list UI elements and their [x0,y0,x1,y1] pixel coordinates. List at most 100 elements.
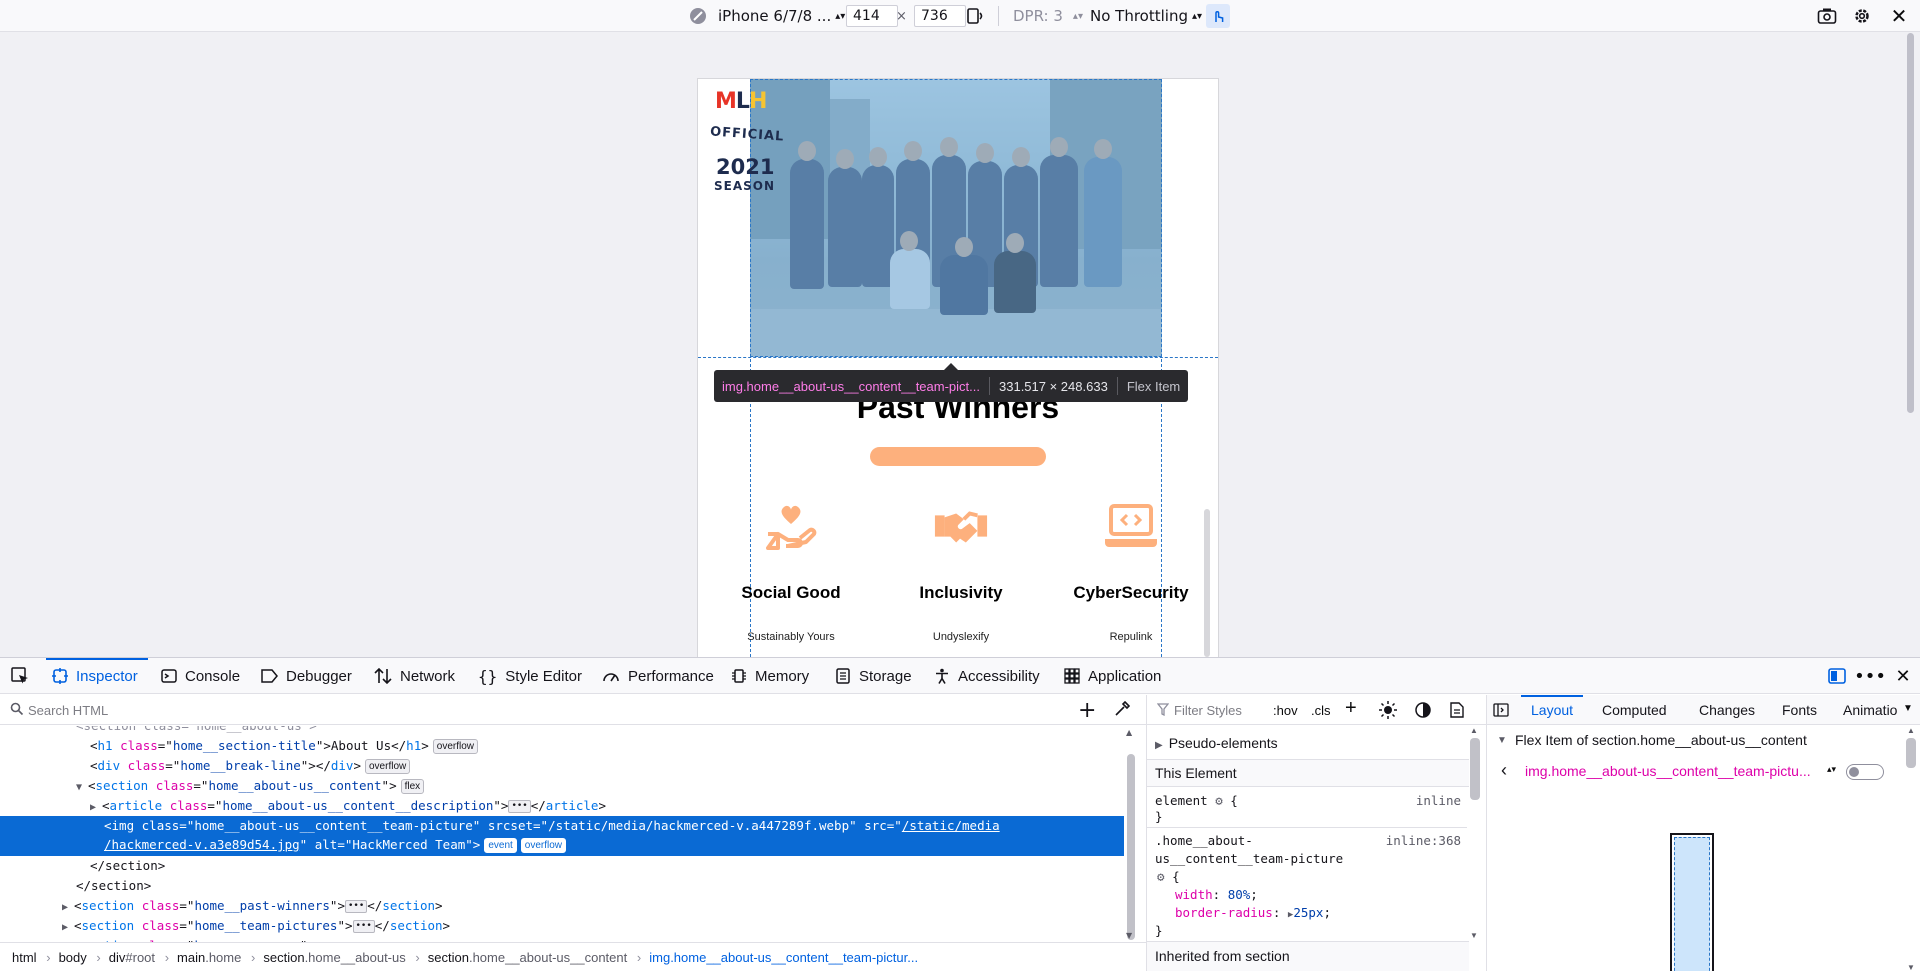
print-media-icon[interactable] [1450,702,1464,721]
expanded-twisty-icon[interactable]: ▼ [76,778,88,798]
tab-accessibility[interactable]: Accessibility [934,658,1040,694]
dom-tree[interactable]: <section class="home__about-us"> <h1 cla… [0,726,1124,942]
scroll-up-icon[interactable]: ▲ [1907,726,1915,735]
breadcrumb-item[interactable]: html [12,950,50,965]
back-icon[interactable]: ‹ [1501,760,1507,781]
breadcrumb-item[interactable]: section.home__about-us__content [428,950,641,965]
element-rule[interactable]: element ⚙ {inline [1147,793,1469,808]
light-theme-icon[interactable] [1379,701,1397,722]
tab-layout[interactable]: Layout [1520,695,1584,725]
dark-theme-icon[interactable] [1415,702,1431,721]
collapsed-content-icon[interactable]: ••• [344,900,368,913]
tree-line-team-pictures[interactable]: ▶ <section class="home__team-pictures"> ••… [0,916,1124,936]
chevron-updown-icon[interactable]: ▴▾ [1827,764,1836,775]
pseudo-elements-row[interactable]: ▶ Pseudo-elements [1147,735,1469,751]
mlh-badge[interactable]: MLH OFFICIAL 2021 SEASON [698,79,785,209]
collapsed-content-icon[interactable]: ••• [352,920,375,933]
scrollbar-thumb[interactable] [1470,738,1480,800]
toggle-sidebar-icon[interactable] [1493,703,1509,720]
flex-item-selector[interactable]: ‹ img.home__about-us__content__team-pict… [1487,754,1907,786]
tab-memory[interactable]: Memory [731,658,809,694]
tab-inspector[interactable]: Inspector [46,658,148,694]
declaration-border-radius[interactable]: border-radius: ▶25px; [1147,905,1469,920]
event-badge[interactable]: event [484,838,517,853]
add-rule-icon[interactable]: + [1345,697,1357,720]
tree-line-close[interactable]: </section> [0,856,1124,876]
tab-console[interactable]: Console [161,658,240,694]
device-selector[interactable]: iPhone 6/7/8 ... ▴▾ [718,0,845,32]
overflow-badge[interactable]: overflow [520,838,567,853]
tab-changes[interactable]: Changes [1699,695,1755,725]
eyedropper-icon[interactable] [1114,700,1131,721]
collapsed-content-icon[interactable]: ••• [508,800,531,813]
close-devtools-icon[interactable]: ✕ [1891,664,1915,688]
tabs-overflow-icon[interactable]: ▼ [1903,703,1913,714]
rule-origin[interactable]: inline:368 [1386,833,1461,848]
tree-line-article[interactable]: ▶ <article class="home__about-us__content… [0,796,1124,816]
page-scrollbar[interactable] [1906,33,1916,657]
collapsed-twisty-icon[interactable]: ▶ [1155,740,1163,751]
winner-card-cybersecurity[interactable]: CyberSecurity Repulink [1046,499,1216,643]
highlight-toggle[interactable] [1846,764,1884,780]
scrollbar-thumb[interactable] [1127,754,1135,940]
tree-line-img-selected[interactable]: <img class="home__about-us__content__tea… [0,816,1124,856]
tab-animations[interactable]: Animatio [1843,695,1897,725]
tree-line-close[interactable]: </section> [0,876,1124,896]
scrollbar-thumb[interactable] [1906,738,1916,768]
cls-toggle[interactable]: .cls [1311,703,1331,718]
touch-simulation-icon[interactable] [1206,4,1230,28]
more-options-icon[interactable]: ••• [1854,664,1886,688]
scrollbar-thumb[interactable] [1907,33,1914,413]
tab-storage[interactable]: Storage [835,658,912,694]
breadcrumb-item[interactable]: body [59,950,102,965]
overflow-badge[interactable]: overflow [432,739,479,754]
viewport-height-input[interactable]: 736 [914,5,966,27]
tree-line[interactable]: <section class="home__about-us"> [0,726,1124,736]
search-html-input[interactable]: Search HTML [28,703,108,718]
gear-icon[interactable]: ⚙ [1157,869,1165,884]
search-html-bar[interactable]: Search HTML + [0,695,1146,725]
tree-line-past-winners[interactable]: ▶ <section class="home__past-winners"> •••… [0,896,1124,916]
scroll-up-icon[interactable]: ▲ [1470,726,1478,735]
layout-scrollbar[interactable]: ▲ ▼ [1903,726,1919,971]
settings-icon[interactable] [1850,4,1874,28]
overflow-badge[interactable]: overflow [364,759,411,774]
expanded-twisty-icon[interactable]: ▼ [1497,735,1507,746]
filter-styles-input[interactable]: Filter Styles [1174,703,1242,718]
flex-item-header[interactable]: ▼ Flex Item of section.home__about-us__c… [1487,726,1907,754]
scroll-down-icon[interactable]: ▼ [1907,963,1915,971]
tab-fonts[interactable]: Fonts [1782,695,1817,725]
collapsed-twisty-icon[interactable]: ▶ [62,918,74,938]
breadcrumb-item-current[interactable]: img.home__about-us__content__team-pictur… [649,950,918,965]
element-picker-icon[interactable] [8,664,32,688]
declaration-width[interactable]: width: 80%; [1147,887,1469,902]
viewport-width-input[interactable]: 414 [846,5,898,27]
tab-debugger[interactable]: Debugger [260,658,352,694]
add-node-icon[interactable]: + [1078,698,1096,723]
rule-origin[interactable]: inline [1416,793,1461,808]
dock-side-icon[interactable] [1825,664,1849,688]
close-icon[interactable]: ✕ [1887,4,1911,28]
rotate-icon[interactable] [963,4,987,28]
winner-card-social-good[interactable]: Social Good Sustainably Yours [706,499,876,643]
dpr-selector[interactable]: DPR: 3 ▴▾ [1013,0,1083,32]
throttling-selector[interactable]: No Throttling ▴▾ [1090,0,1202,32]
hov-toggle[interactable]: :hov [1273,703,1298,718]
scroll-down-icon[interactable]: ▼ [1126,931,1132,940]
flex-badge[interactable]: flex [400,779,425,794]
gear-icon[interactable]: ⚙ [1215,793,1223,808]
tree-line-div[interactable]: <div class="home__break-line"></div> over… [0,756,1124,776]
breadcrumb-item[interactable]: main.home [177,950,256,965]
tab-application[interactable]: Application [1064,658,1161,694]
device-mode-icon[interactable] [686,4,710,28]
tab-style-editor[interactable]: {} Style Editor [478,658,582,694]
winner-card-inclusivity[interactable]: Inclusivity Undyslexify [876,499,1046,643]
breadcrumb-item[interactable]: div#root [109,950,170,965]
viewport-scrollbar[interactable] [1204,509,1210,657]
breadcrumb-item[interactable]: section.home__about-us [263,950,420,965]
scroll-down-icon[interactable]: ▼ [1470,931,1478,940]
rule-selector[interactable]: .home__about-inline:368 [1147,833,1469,848]
collapsed-twisty-icon[interactable]: ▶ [90,798,102,818]
tab-computed[interactable]: Computed [1602,695,1667,725]
tab-network[interactable]: Network [374,658,455,694]
